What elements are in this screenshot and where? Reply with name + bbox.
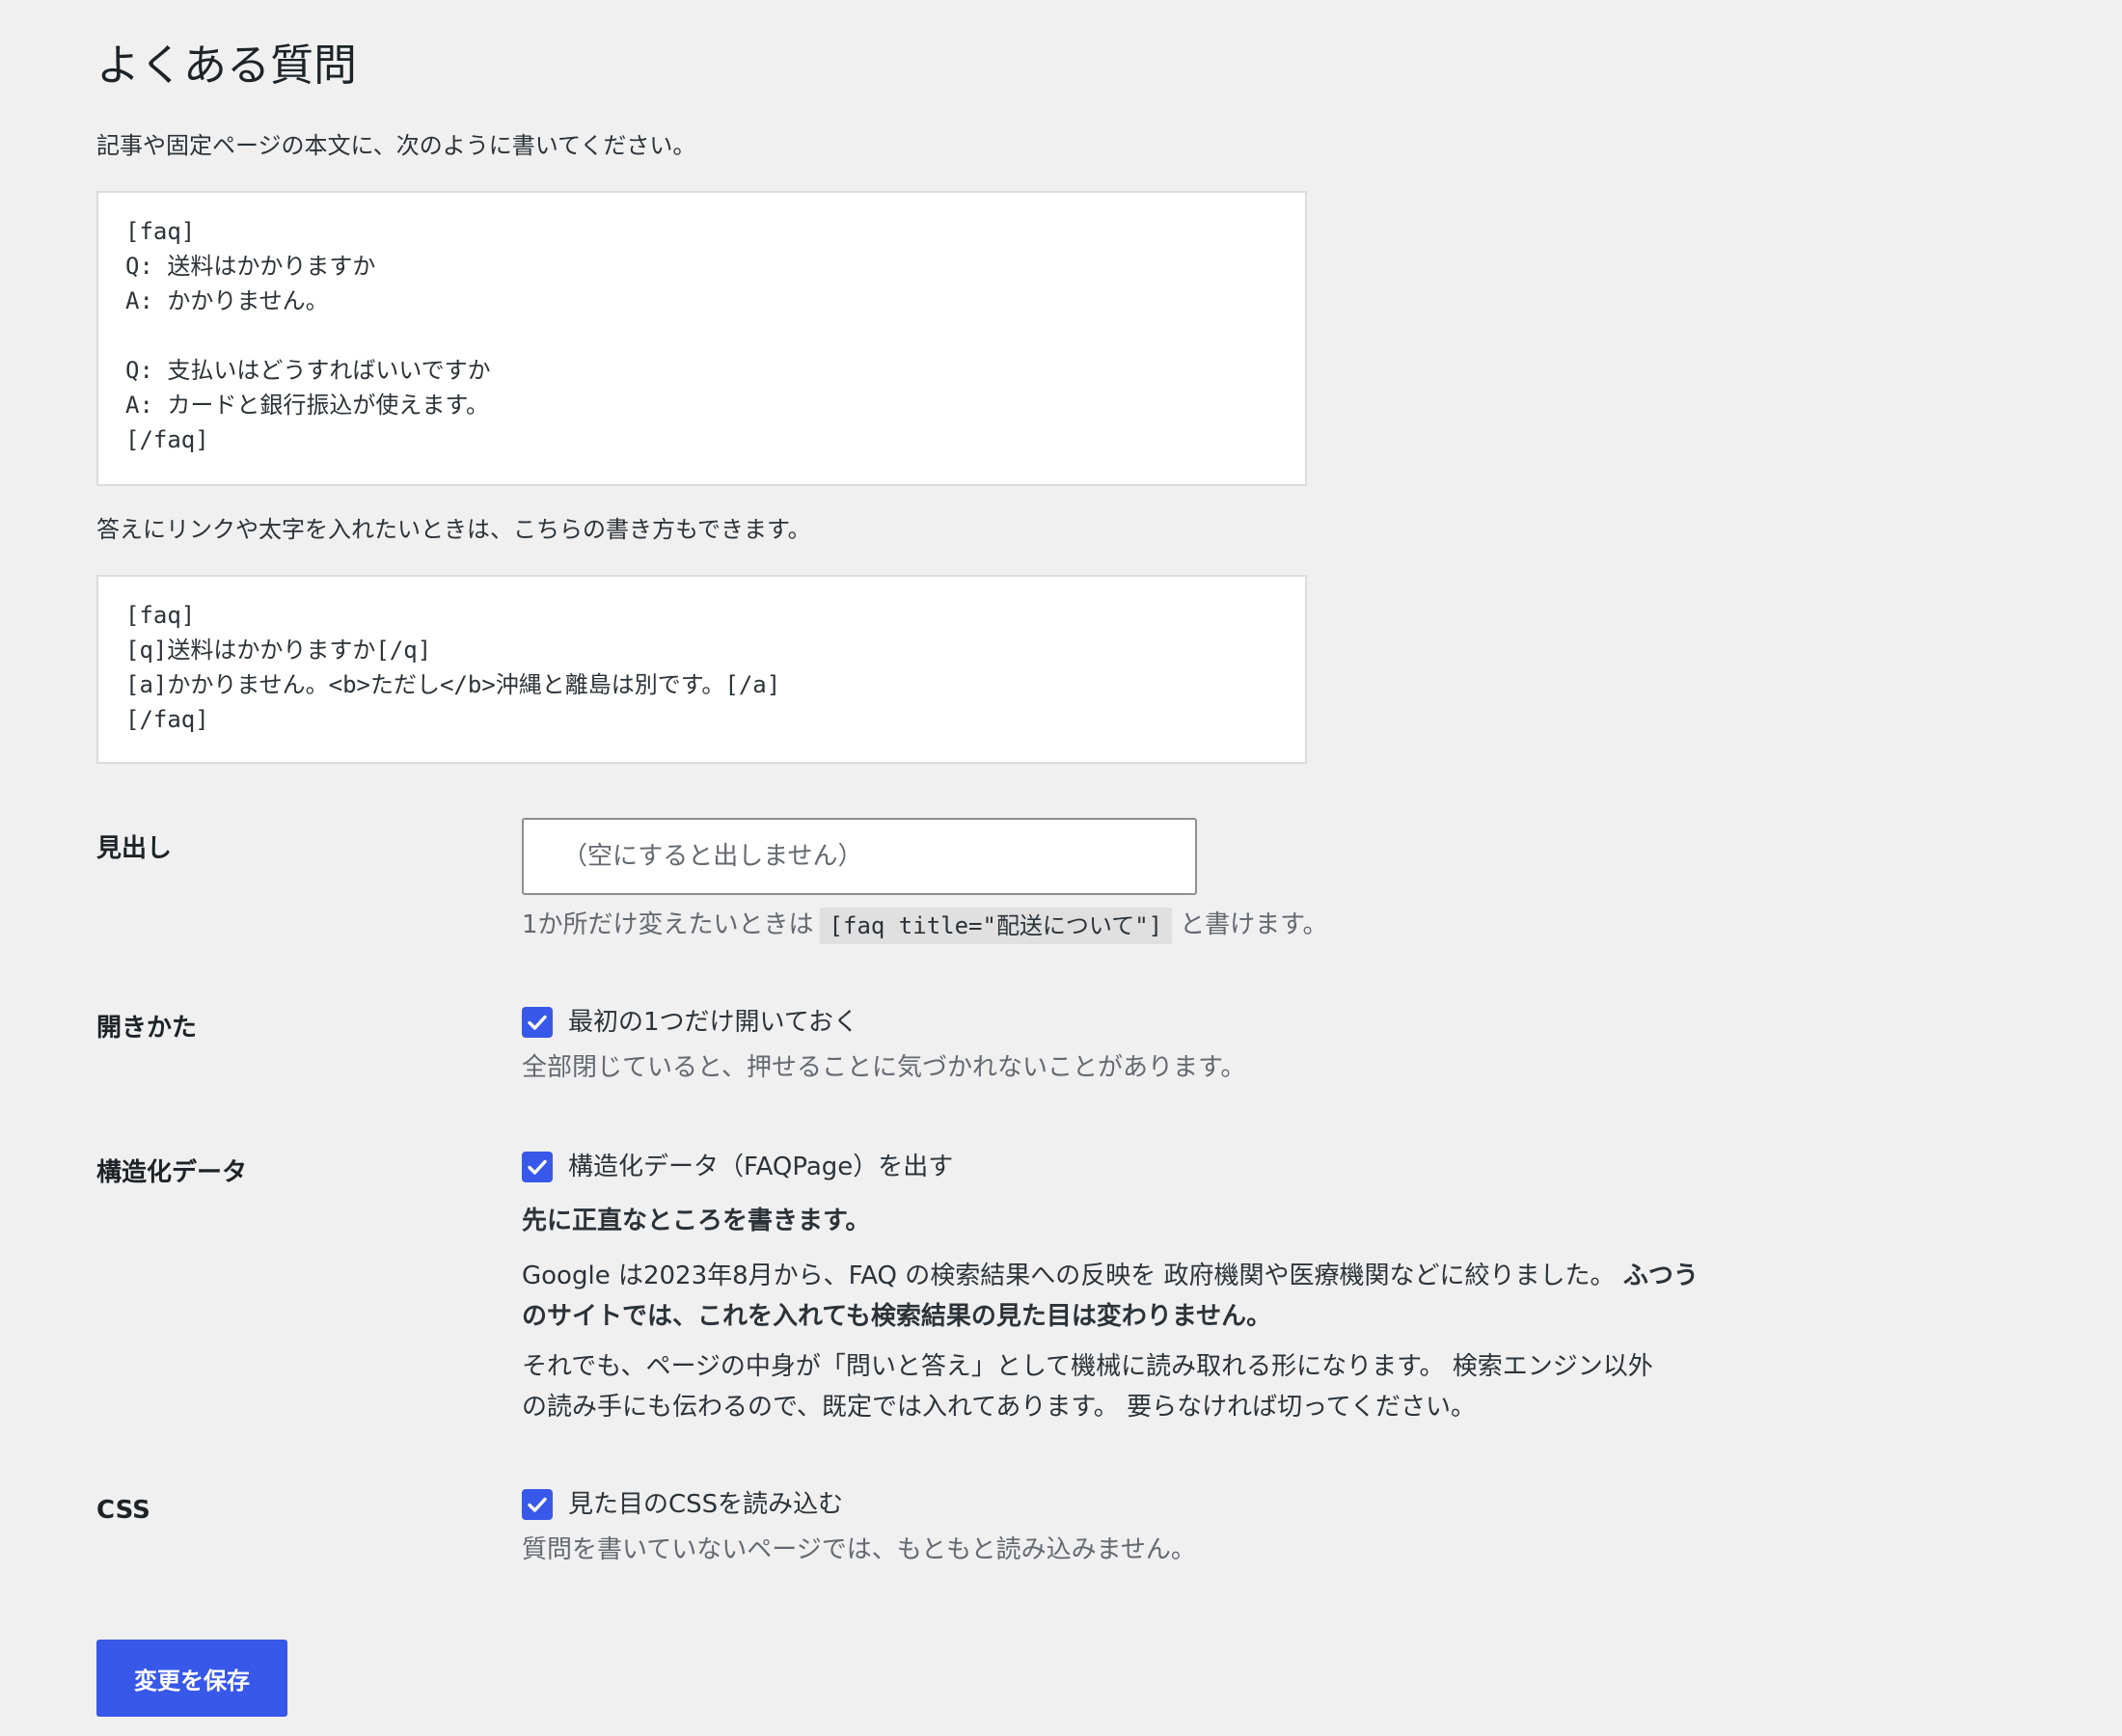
css-checkbox[interactable] — [522, 1489, 553, 1520]
css-description: 質問を書いていないページでは、もともと読み込みません。 — [522, 1535, 1196, 1564]
example-code-basic: [faq] Q: 送料はかかりますか A: かかりません。 Q: 支払いはどうす… — [96, 191, 1307, 486]
usage-intro: 記事や固定ページの本文に、次のように書いてください。 — [96, 132, 696, 159]
save-button[interactable]: 変更を保存 — [96, 1640, 287, 1717]
page-title: よくある質問 — [96, 40, 358, 91]
schema-note-p2-line-1: それでも、ページの中身が「問いと答え」として機械に読み取れる形になります。 検索… — [522, 1352, 1653, 1381]
schema-note-paragraph-2: それでも、ページの中身が「問いと答え」として機械に読み取れる形になります。 検索… — [522, 1346, 1853, 1427]
schema-note-paragraph-1: Google は2023年8月から、FAQ の検索結果への反映を 政府機関や医療… — [522, 1256, 1853, 1337]
open-row-label: 開きかた — [96, 1014, 198, 1043]
open-first-checkbox-text: 最初の1つだけ開いておく — [568, 1008, 858, 1037]
css-checkbox-text: 見た目のCSSを読み込む — [568, 1490, 844, 1519]
schema-checkbox[interactable] — [522, 1152, 553, 1182]
schema-note-p2-line-2: の読み手にも伝わるので、既定では入れてあります。 要らなければ切ってください。 — [522, 1393, 1476, 1422]
schema-note-p1-text: Google は2023年8月から、FAQ の検索結果への反映を 政府機関や医療… — [522, 1261, 1616, 1290]
schema-checkbox-text: 構造化データ（FAQPage）を出す — [568, 1153, 954, 1181]
heading-input[interactable] — [522, 818, 1197, 895]
schema-row-label: 構造化データ — [96, 1158, 248, 1187]
open-first-checkbox[interactable] — [522, 1007, 553, 1038]
heading-help-after: と書けます。 — [1180, 910, 1328, 939]
check-icon — [528, 1159, 547, 1175]
open-description: 全部閉じていると、押せることに気づかれないことがあります。 — [522, 1053, 1246, 1082]
check-icon — [528, 1497, 547, 1512]
heading-help: 1か所だけ変えたいときは [faq title="配送について"] と書けます。 — [522, 905, 1328, 945]
css-checkbox-label[interactable]: 見た目のCSSを読み込む — [522, 1485, 843, 1524]
usage-intro-advanced: 答えにリンクや太字を入れたいときは、こちらの書き方もできます。 — [96, 516, 811, 543]
css-row-label: CSS — [96, 1496, 150, 1525]
schema-note-p1-bold-start: ふつう — [1622, 1261, 1699, 1290]
schema-note-heading: 先に正直なところを書きます。 — [522, 1207, 871, 1235]
open-first-checkbox-label[interactable]: 最初の1つだけ開いておく — [522, 1003, 858, 1042]
schema-note-p1-bold-end: のサイトでは、これを入れても検索結果の見た目は変わりません。 — [522, 1302, 1272, 1331]
heading-help-code: [faq title="配送について"] — [819, 907, 1173, 944]
heading-help-before: 1か所だけ変えたいときは — [522, 910, 814, 939]
schema-checkbox-label[interactable]: 構造化データ（FAQPage）を出す — [522, 1148, 953, 1186]
check-icon — [528, 1015, 547, 1030]
example-code-advanced: [faq] [q]送料はかかりますか[/q] [a]かかりません。<b>ただし<… — [96, 575, 1307, 764]
heading-row-label: 見出し — [96, 834, 173, 863]
